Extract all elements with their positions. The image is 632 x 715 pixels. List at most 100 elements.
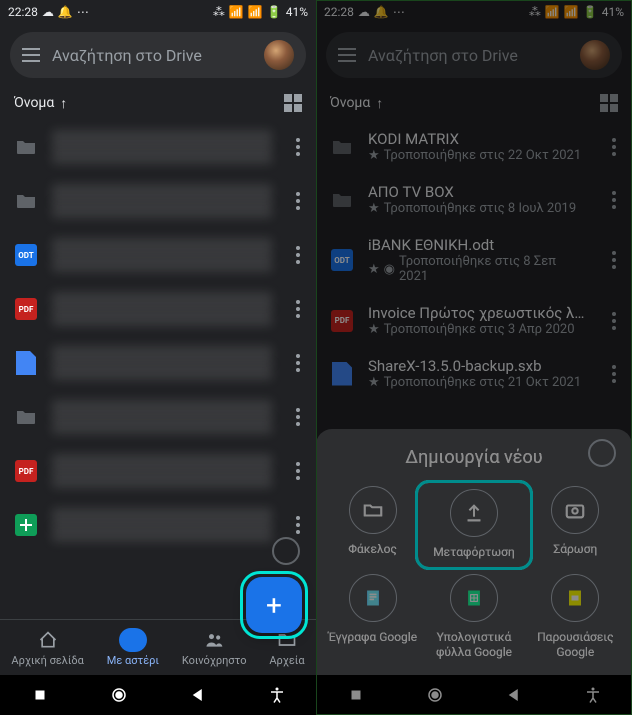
file-name: Invoice Πρώτος χρεωστικός λογα... [368, 304, 588, 322]
nav-files[interactable]: Αρχεία [269, 628, 304, 667]
recent-apps-icon[interactable] [31, 686, 49, 704]
star-icon: ★ [368, 375, 380, 390]
file-meta: ★ Τροποποιήθηκε στις 21 Οκτ 2021 [368, 375, 588, 390]
more-options-icon[interactable] [286, 246, 310, 264]
create-sheets[interactable]: Υπολογιστικά φύλλα Google [425, 574, 522, 661]
create-folder[interactable]: Φάκελος [324, 486, 421, 564]
file-meta: ★ Τροποποιήθηκε στις 8 Ιουλ 2019 [368, 201, 588, 216]
pdf-icon: PDF [14, 297, 38, 321]
create-scan[interactable]: Σάρωση [527, 486, 624, 564]
file-row[interactable]: ████████ ████████ [0, 498, 316, 552]
file-name: iBANK ΕΘΝΙΚΗ.odt [368, 236, 588, 254]
status-bar: 22:28 ☁ 🔔 ⋯ ⁂ 📶 📶 🔋 41% [0, 0, 316, 24]
create-upload[interactable]: Μεταφόρτωση [415, 480, 532, 570]
back-icon[interactable] [505, 686, 523, 704]
home-button-icon[interactable] [426, 686, 444, 704]
battery-icon: 🔋 [267, 5, 282, 19]
file-meta: ████████ [52, 310, 272, 326]
more-options-icon[interactable] [602, 251, 626, 269]
more-options-icon[interactable] [602, 138, 626, 156]
avatar[interactable] [264, 40, 294, 70]
accessibility-icon[interactable] [268, 686, 286, 704]
file-name: KODI MATRIX [368, 130, 588, 148]
more-options-icon[interactable] [602, 312, 626, 330]
more-options-icon[interactable] [286, 138, 310, 156]
file-row[interactable]: ShareX-13.5.0-backup.sxb ★ Τροποποιήθηκε… [316, 347, 632, 400]
file-row[interactable]: K████████ ████████ [0, 120, 316, 174]
create-docs[interactable]: Έγγραφα Google [324, 574, 421, 661]
phone-screenshot-left: 22:28 ☁ 🔔 ⋯ ⁂ 📶 📶 🔋 41% Αναζήτηση στο Dr… [0, 0, 316, 715]
more-options-icon[interactable] [286, 300, 310, 318]
sort-button[interactable]: Όνομα ↑ [330, 95, 383, 112]
file-row[interactable]: A████████ ████████ [0, 174, 316, 228]
pdf-icon: PDF [330, 309, 354, 333]
sheet-icon [14, 513, 38, 537]
more-options-icon[interactable] [602, 365, 626, 383]
view-grid-icon[interactable] [600, 94, 618, 112]
folder-icon [362, 499, 384, 521]
search-bar[interactable]: Αναζήτηση στο Drive [10, 32, 306, 78]
view-grid-icon[interactable] [284, 94, 302, 112]
more-options-icon[interactable] [286, 516, 310, 534]
menu-icon[interactable] [22, 48, 40, 62]
odt-icon: ODT [330, 248, 354, 272]
recent-apps-icon[interactable] [347, 686, 365, 704]
star-icon: ★ [368, 201, 380, 216]
more-icon: ⋯ [77, 5, 89, 19]
file-meta: ████████ [52, 418, 272, 434]
star-icon [119, 628, 147, 652]
file-row[interactable]: PDF Invoice Πρώτος χρεωστικός λογα... ★ … [316, 294, 632, 347]
accessibility-icon[interactable] [584, 686, 602, 704]
search-placeholder: Αναζήτηση στο Drive [52, 46, 252, 65]
nav-starred[interactable]: Με αστέρι [107, 628, 159, 667]
sheets-icon [464, 588, 484, 608]
file-name: ShareX-13.5.0-backup.sxb [368, 357, 588, 375]
file-name: A████████ [52, 184, 272, 202]
menu-icon[interactable] [338, 48, 356, 62]
fab-create[interactable]: + [246, 577, 302, 633]
file-list[interactable]: K████████ ████████ A████████ ████████ OD… [0, 120, 316, 619]
file-name: K████████ [52, 130, 272, 148]
sort-button[interactable]: Όνομα ↑ [14, 95, 67, 112]
folder-icon [14, 405, 38, 429]
file-row[interactable]: KODI MATRIX ★ Τροποποιήθηκε στις 22 Οκτ … [316, 120, 632, 173]
file-row[interactable]: ODT iBANK ΕΘΝΙΚΗ.odt ★◉ Τροποποιήθηκε στ… [316, 226, 632, 294]
file-row[interactable]: PDF ████████ ████████ [0, 282, 316, 336]
more-options-icon[interactable] [286, 192, 310, 210]
file-name: ████████ [52, 454, 272, 472]
file-name: S████████ [52, 346, 272, 364]
file-row[interactable]: ████████ ████████ [0, 390, 316, 444]
more-options-icon[interactable] [286, 462, 310, 480]
file-row[interactable]: S████████ ████████ [0, 336, 316, 390]
more-options-icon[interactable] [286, 408, 310, 426]
more-options-icon[interactable] [286, 354, 310, 372]
create-slides[interactable]: Παρουσιάσεις Google [527, 574, 624, 661]
create-new-sheet: Δημιουργία νέου Φάκελος Μεταφόρτωση Σάρω… [316, 429, 632, 675]
home-icon [36, 628, 60, 652]
file-name: ████████ [52, 292, 272, 310]
file-row[interactable]: ΑΠΟ TV BOX ★ Τροποποιήθηκε στις 8 Ιουλ 2… [316, 173, 632, 226]
file-meta: ████████ [52, 202, 272, 218]
avatar[interactable] [580, 40, 610, 70]
file-row[interactable]: ODT i████████ ████████ [0, 228, 316, 282]
search-bar[interactable]: Αναζήτηση στο Drive [326, 32, 622, 78]
battery-pct: 41% [286, 5, 308, 19]
status-time: 22:28 [8, 5, 38, 19]
home-button-icon[interactable] [110, 686, 128, 704]
folder-icon [14, 189, 38, 213]
back-icon[interactable] [189, 686, 207, 704]
arrow-up-icon: ↑ [60, 95, 67, 112]
file-meta: ████████ [52, 472, 272, 488]
assistive-ring[interactable] [272, 537, 300, 565]
nav-home[interactable]: Αρχική σελίδα [11, 628, 83, 667]
more-options-icon[interactable] [602, 191, 626, 209]
phone-screenshot-right: 22:28 ☁🔔⋯ ⁂📶📶🔋 41% Αναζήτηση στο Drive Ό… [316, 0, 632, 715]
file-meta: ████████ [52, 364, 272, 380]
signal-icon: 📶 [229, 5, 244, 19]
docs-icon [363, 588, 383, 608]
upload-icon [463, 502, 485, 524]
messenger-icon: ☁ [42, 5, 54, 19]
nav-shared[interactable]: Κοινόχρηστο [182, 628, 247, 667]
file-row[interactable]: PDF ████████ ████████ [0, 444, 316, 498]
slides-icon [565, 588, 585, 608]
